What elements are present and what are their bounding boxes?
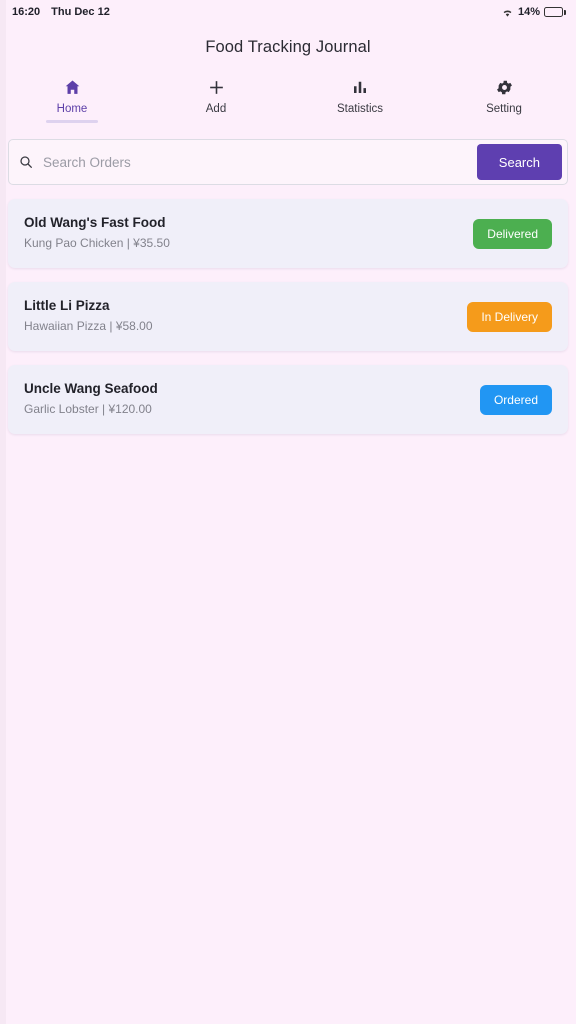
tab-add-label: Add bbox=[205, 103, 227, 115]
tab-active-indicator bbox=[46, 120, 98, 123]
bar-chart-icon bbox=[351, 77, 369, 97]
order-info: Uncle Wang Seafood Garlic Lobster | ¥120… bbox=[24, 381, 158, 416]
order-details: Garlic Lobster | ¥120.00 bbox=[24, 402, 152, 416]
search-button[interactable]: Search bbox=[476, 144, 562, 180]
order-details: Hawaiian Pizza | ¥58.00 bbox=[24, 319, 153, 333]
home-icon bbox=[63, 77, 82, 97]
search-icon bbox=[9, 140, 43, 184]
tab-home[interactable]: Home bbox=[0, 69, 144, 123]
tab-add[interactable]: Add bbox=[144, 69, 288, 123]
status-bar-right: 14% bbox=[501, 6, 566, 18]
status-bar-left: 16:20 Thu Dec 12 bbox=[12, 6, 110, 18]
gear-icon bbox=[495, 77, 514, 97]
plus-icon bbox=[207, 77, 226, 97]
order-restaurant-name: Little Li Pizza bbox=[24, 298, 110, 313]
order-restaurant-name: Old Wang's Fast Food bbox=[24, 215, 166, 230]
order-list: Old Wang's Fast Food Kung Pao Chicken | … bbox=[0, 185, 576, 434]
order-info: Little Li Pizza Hawaiian Pizza | ¥58.00 bbox=[24, 298, 153, 333]
status-time: 16:20 bbox=[12, 6, 41, 18]
tab-statistics-label: Statistics bbox=[336, 103, 383, 115]
tab-statistics[interactable]: Statistics bbox=[288, 69, 432, 123]
tab-bar: Home Add Statistics Setting bbox=[0, 69, 576, 123]
wifi-icon bbox=[501, 7, 514, 18]
page-title: Food Tracking Journal bbox=[205, 38, 371, 56]
order-card[interactable]: Little Li Pizza Hawaiian Pizza | ¥58.00 … bbox=[8, 282, 568, 351]
status-badge[interactable]: Delivered bbox=[473, 218, 552, 249]
battery-percent-label: 14% bbox=[517, 6, 540, 18]
tab-setting-label: Setting bbox=[486, 103, 522, 115]
status-bar: 16:20 Thu Dec 12 14% bbox=[0, 0, 576, 24]
screen-edge-strip bbox=[0, 0, 6, 1024]
order-info: Old Wang's Fast Food Kung Pao Chicken | … bbox=[24, 215, 170, 250]
search-section: Search bbox=[0, 123, 576, 185]
search-input[interactable] bbox=[43, 140, 477, 184]
tab-setting[interactable]: Setting bbox=[432, 69, 576, 123]
order-card[interactable]: Uncle Wang Seafood Garlic Lobster | ¥120… bbox=[8, 365, 568, 434]
order-card[interactable]: Old Wang's Fast Food Kung Pao Chicken | … bbox=[8, 199, 568, 268]
order-details: Kung Pao Chicken | ¥35.50 bbox=[24, 236, 170, 250]
status-date: Thu Dec 12 bbox=[51, 6, 110, 18]
battery-icon bbox=[544, 7, 566, 17]
status-badge[interactable]: Ordered bbox=[479, 384, 552, 415]
order-restaurant-name: Uncle Wang Seafood bbox=[24, 381, 158, 396]
search-bar: Search bbox=[8, 139, 568, 185]
status-badge[interactable]: In Delivery bbox=[467, 301, 552, 332]
